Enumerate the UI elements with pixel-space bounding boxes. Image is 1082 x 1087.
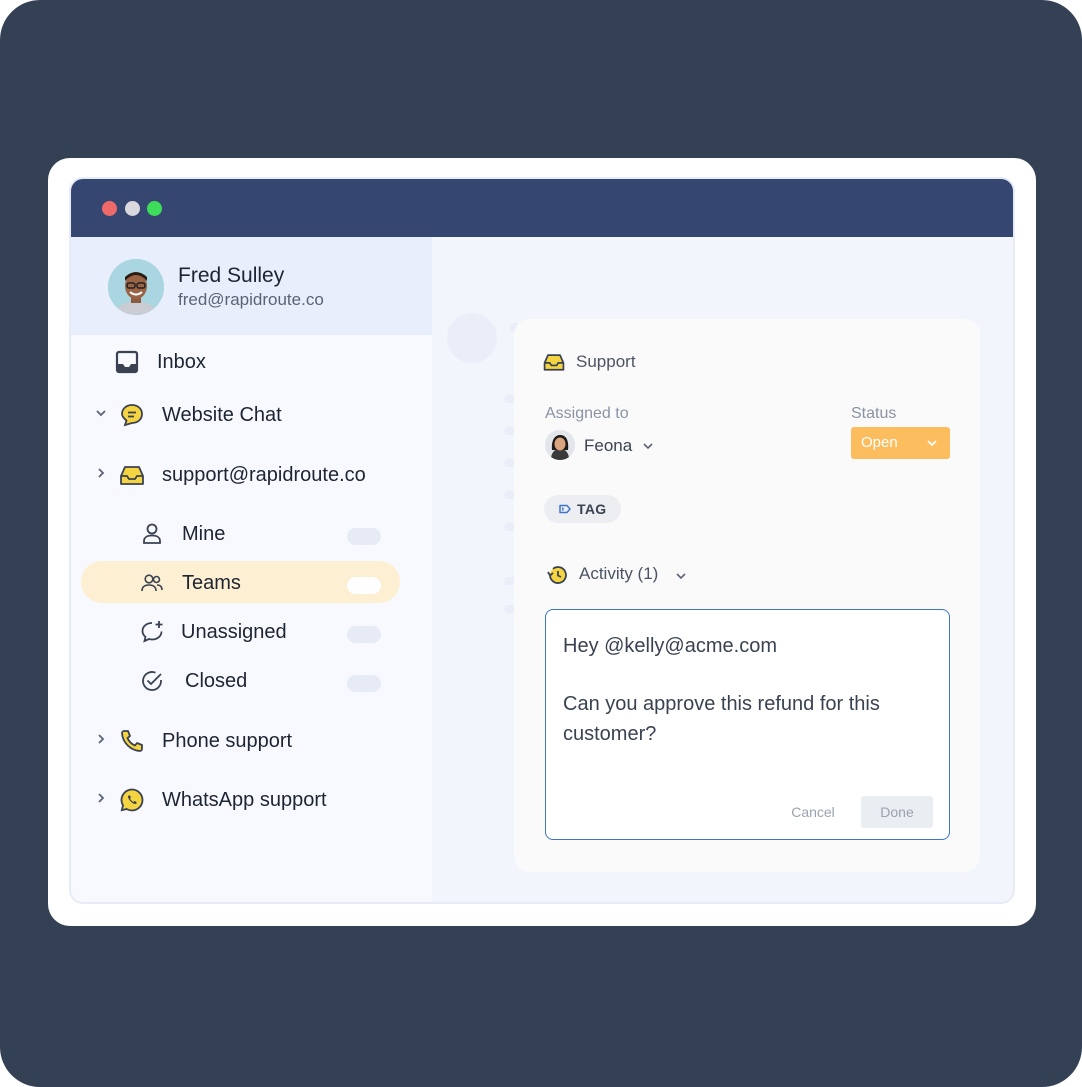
inbox-icon xyxy=(113,348,141,376)
user-profile[interactable]: Fred Sulley fred@rapidroute.co xyxy=(71,237,432,335)
sidebar-item-label: Website Chat xyxy=(162,404,282,426)
email-inbox-icon xyxy=(118,461,146,489)
history-icon xyxy=(545,563,569,587)
assignee-dropdown[interactable]: Feona xyxy=(545,430,665,462)
sidebar-item-label: Inbox xyxy=(157,351,206,373)
profile-email: fred@rapidroute.co xyxy=(178,290,324,309)
status-dropdown[interactable]: Open xyxy=(851,427,950,459)
sidebar-item-website-chat[interactable]: Website Chat xyxy=(71,395,432,435)
email-inbox-icon xyxy=(542,350,566,374)
chat-bubble-icon xyxy=(118,401,146,429)
sidebar-item-label: Unassigned xyxy=(181,621,287,643)
chevron-down-icon xyxy=(924,435,940,451)
status-label: Status xyxy=(851,405,897,422)
count-badge xyxy=(347,675,381,692)
assigned-to-label: Assigned to xyxy=(545,405,629,422)
note-textarea[interactable]: Hey @kelly@acme.com Can you approve this… xyxy=(545,609,950,840)
assignee-name: Feona xyxy=(584,436,633,455)
chevron-down-icon xyxy=(673,568,689,584)
placeholder-avatar xyxy=(447,313,497,363)
sidebar-item-label: Mine xyxy=(182,523,226,545)
sidebar-item-phone-support[interactable]: Phone support xyxy=(71,721,432,761)
whatsapp-icon xyxy=(118,786,146,814)
count-badge xyxy=(347,577,381,594)
activity-toggle[interactable]: Activity (1) xyxy=(545,561,695,589)
sidebar-item-mine[interactable]: Mine xyxy=(81,514,400,554)
tag-label: TAG xyxy=(577,501,607,517)
avatar xyxy=(545,430,575,460)
sidebar-item-closed[interactable]: Closed xyxy=(81,661,400,701)
check-circle-icon xyxy=(138,667,166,695)
sidebar-item-label: Closed xyxy=(185,670,248,692)
chevron-down-icon[interactable] xyxy=(93,405,109,421)
sidebar-item-teams[interactable]: Teams xyxy=(81,563,400,603)
tag-icon xyxy=(558,502,572,516)
users-icon xyxy=(138,569,166,597)
count-badge xyxy=(347,626,381,643)
chevron-down-icon xyxy=(640,438,656,454)
done-button[interactable]: Done xyxy=(861,796,933,828)
sidebar-item-label: Phone support xyxy=(162,730,293,752)
title-bar xyxy=(71,179,1013,237)
sidebar-item-label: Teams xyxy=(182,572,241,594)
sidebar-item-label: WhatsApp support xyxy=(162,789,327,811)
inbox-name: Support xyxy=(576,352,636,371)
user-icon xyxy=(138,520,166,548)
sidebar: Fred Sulley fred@rapidroute.co Inbox Web… xyxy=(71,237,432,902)
note-text-line: Can you approve this refund for this cus… xyxy=(563,693,880,745)
main-panel: Support Assigned to Status Feona Open TA… xyxy=(432,237,1013,902)
cancel-button[interactable]: Cancel xyxy=(778,796,848,828)
minimize-window-button[interactable] xyxy=(125,201,140,216)
note-text-line: Hey @kelly@acme.com xyxy=(563,635,777,657)
sidebar-item-inbox[interactable]: Inbox xyxy=(71,342,432,382)
count-badge xyxy=(347,528,381,545)
close-window-button[interactable] xyxy=(102,201,117,216)
sidebar-item-support-email[interactable]: support@rapidroute.co xyxy=(71,455,432,495)
chevron-right-icon[interactable] xyxy=(93,731,109,747)
activity-label: Activity (1) xyxy=(579,564,659,583)
avatar xyxy=(108,259,164,315)
sidebar-item-unassigned[interactable]: Unassigned xyxy=(81,612,400,652)
phone-icon xyxy=(118,727,146,755)
app-window: Fred Sulley fred@rapidroute.co Inbox Web… xyxy=(69,177,1015,904)
sidebar-item-whatsapp-support[interactable]: WhatsApp support xyxy=(71,780,432,820)
tag-chip[interactable]: TAG xyxy=(544,495,621,523)
chevron-right-icon[interactable] xyxy=(93,790,109,806)
maximize-window-button[interactable] xyxy=(147,201,162,216)
sidebar-item-label: support@rapidroute.co xyxy=(162,464,366,486)
chat-plus-icon xyxy=(138,618,166,646)
profile-name: Fred Sulley xyxy=(178,264,285,287)
chevron-right-icon[interactable] xyxy=(93,465,109,481)
status-value: Open xyxy=(861,434,898,451)
